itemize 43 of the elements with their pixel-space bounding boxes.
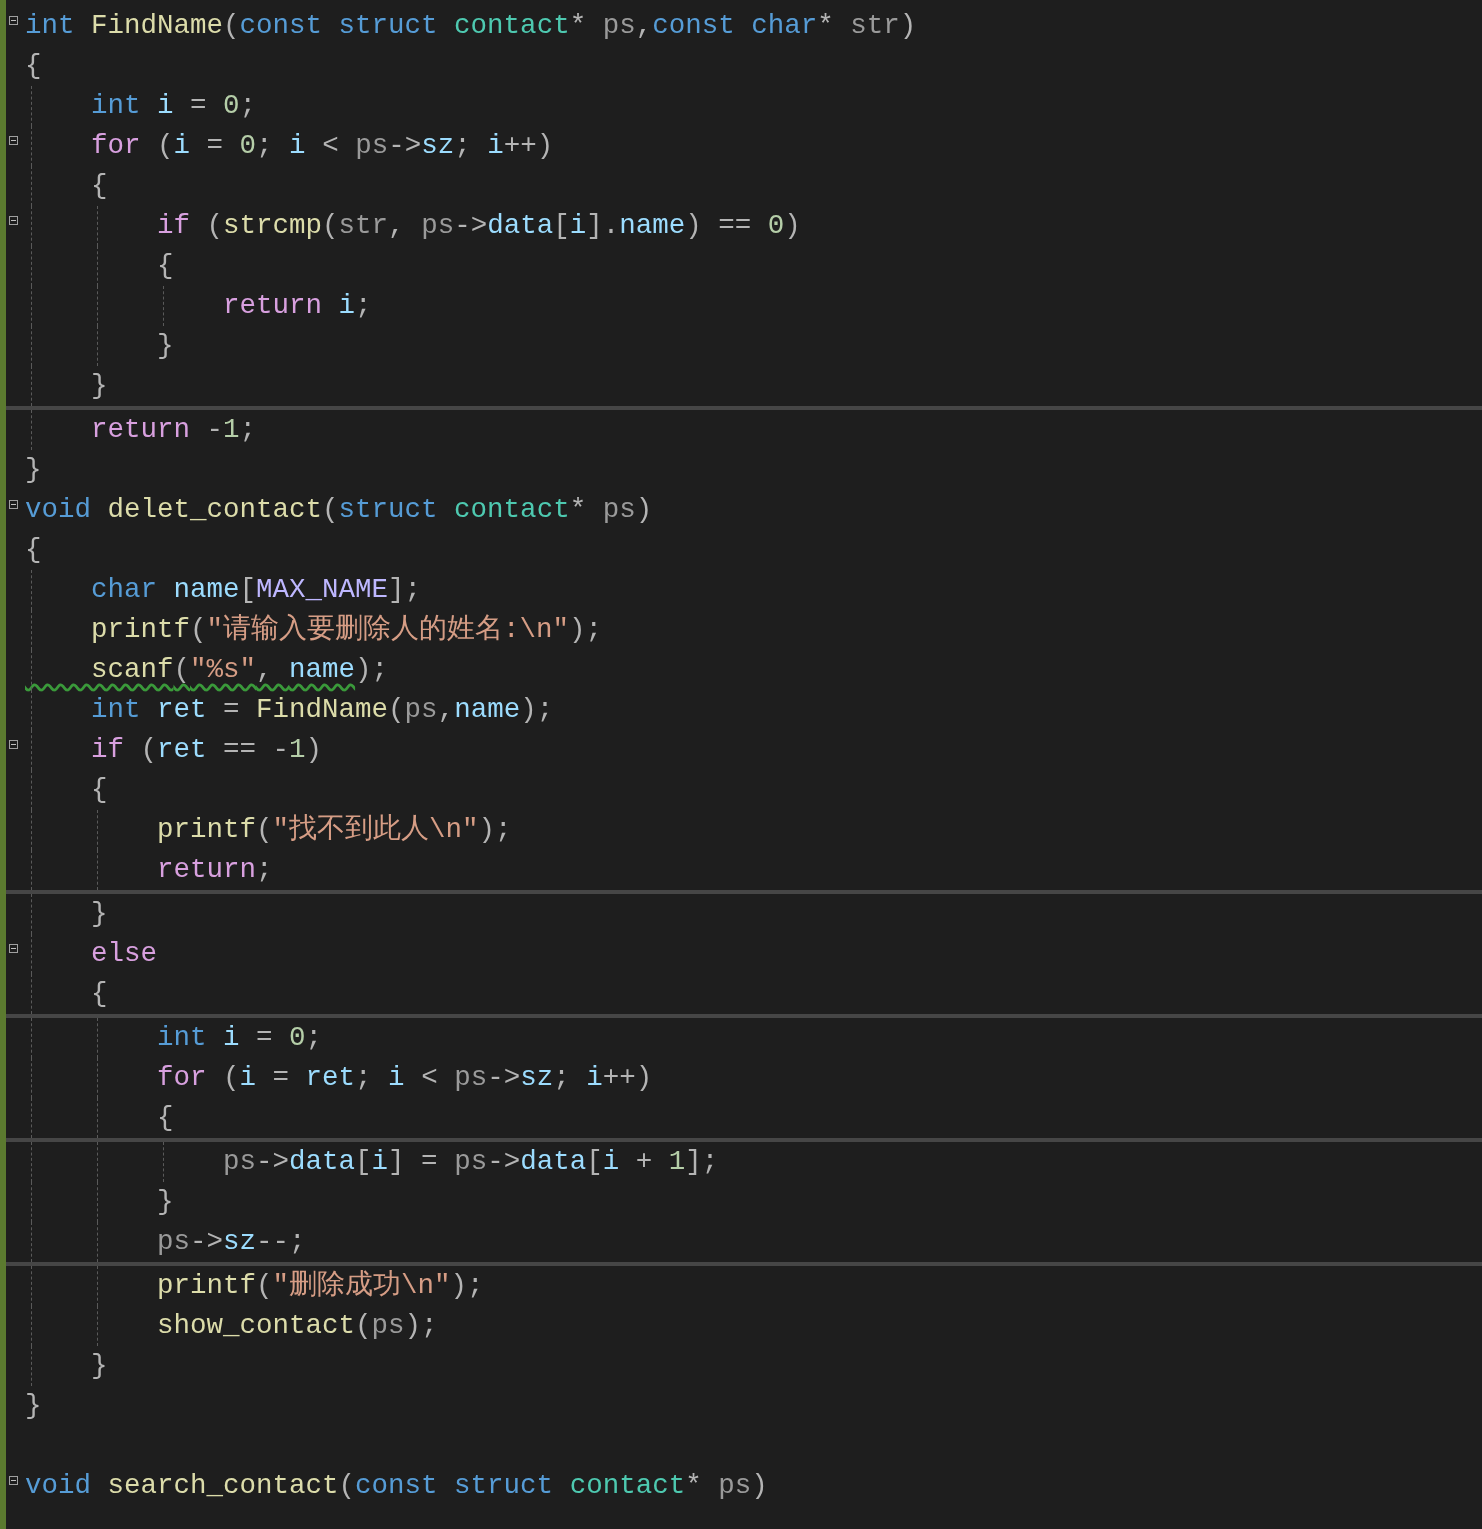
code-line: return;	[156, 854, 273, 885]
code-line: }	[156, 330, 174, 361]
code-line: }	[25, 1390, 42, 1421]
code-line: {	[90, 774, 108, 805]
code-line: {	[25, 50, 42, 81]
collapse-icon[interactable]	[9, 500, 18, 509]
code-line: if (ret == -1)	[90, 734, 323, 765]
code-line: }	[90, 898, 108, 929]
code-line: }	[25, 454, 42, 485]
code-line: void delet_contact(struct contact* ps)	[25, 494, 653, 525]
code-line: printf("请输入要删除人的姓名:\n");	[90, 614, 603, 645]
code-line: ps->sz--;	[156, 1226, 306, 1257]
code-line: int i = 0;	[156, 1022, 323, 1053]
code-line: for (i = ret; i < ps->sz; i++)	[156, 1062, 653, 1093]
code-line: return i;	[222, 290, 372, 321]
code-line: void search_contact(const struct contact* ps)	[25, 1470, 768, 1501]
collapse-icon[interactable]	[9, 944, 18, 953]
collapse-icon[interactable]	[9, 136, 18, 145]
collapse-icon[interactable]	[9, 216, 18, 225]
code-line: for (i = 0; i < ps->sz; i++)	[90, 130, 554, 161]
code-line: }	[90, 370, 108, 401]
code-line: {	[90, 170, 108, 201]
code-line: }	[156, 1186, 174, 1217]
code-line: int i = 0;	[90, 90, 257, 121]
code-line: {	[90, 978, 108, 1009]
code-line: show_contact(ps);	[156, 1310, 438, 1341]
collapse-icon[interactable]	[9, 16, 18, 25]
code-line: else	[90, 938, 158, 969]
code-line: int FindName(const struct contact* ps,const char* str)	[25, 10, 917, 41]
code-line: printf("找不到此人\n");	[156, 814, 512, 845]
code-line: char name[MAX_NAME];	[90, 574, 422, 605]
collapse-icon[interactable]	[9, 1476, 18, 1485]
code-line: printf("删除成功\n");	[156, 1270, 484, 1301]
code-line: return -1;	[90, 414, 257, 445]
code-line: {	[156, 1102, 174, 1133]
code-line: }	[90, 1350, 108, 1381]
code-line: scanf("%s", name);	[90, 654, 389, 685]
code-line: if (strcmp(str, ps->data[i].name) == 0)	[156, 210, 801, 241]
code-line: {	[156, 250, 174, 281]
code-line: ps->data[i] = ps->data[i + 1];	[222, 1146, 719, 1177]
code-line: {	[25, 534, 42, 565]
code-line: int ret = FindName(ps,name);	[90, 694, 554, 725]
collapse-icon[interactable]	[9, 740, 18, 749]
